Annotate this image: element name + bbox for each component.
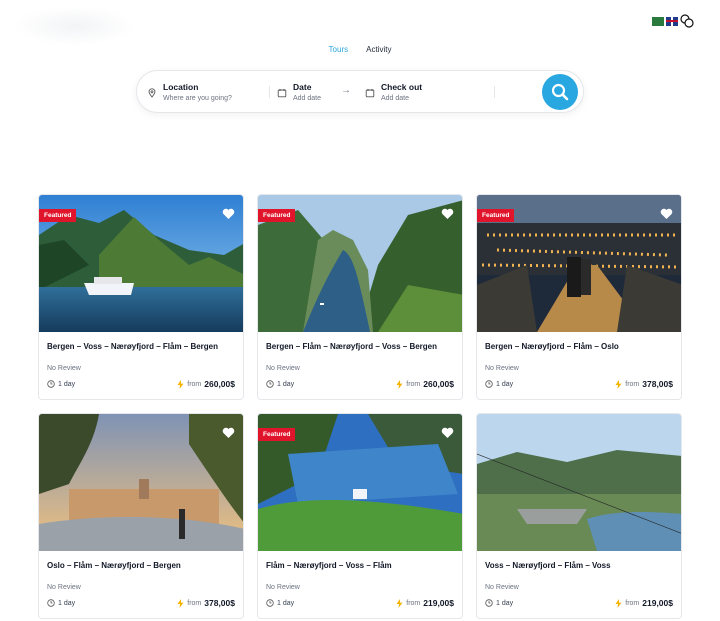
tour-card[interactable]: Featured Bergen – Nærøyfjord – Flåm – Os… [476,194,682,400]
price-prefix: from [187,380,202,388]
heart-icon[interactable] [222,208,235,220]
tour-card[interactable]: Featured Bergen – Voss – Nærøyfjord – Fl… [38,194,244,400]
featured-badge: Featured [258,209,296,222]
duration: 1 day [266,599,294,607]
calendar-icon [277,89,287,98]
bolt-icon [615,379,622,389]
tour-image[interactable] [39,414,243,551]
duration-text: 1 day [277,599,295,607]
duration-text: 1 day [277,380,295,388]
price-amount: 260,00$ [423,379,454,389]
duration: 1 day [485,380,513,388]
flag-english-icon[interactable] [666,16,678,26]
heart-icon[interactable] [222,427,235,439]
heart-icon[interactable] [441,427,454,439]
duration-text: 1 day [496,380,514,388]
bolt-icon [396,598,403,608]
tour-title[interactable]: Oslo – Flåm – Nærøyfjord – Bergen [47,561,181,570]
clock-icon [266,380,274,388]
divider [269,86,270,98]
bolt-icon [177,379,184,389]
search-icon [551,83,569,101]
price: from 260,00$ [177,379,235,389]
tour-image[interactable] [477,414,681,551]
price-prefix: from [625,380,640,388]
price-prefix: from [187,599,202,607]
divider [494,86,495,98]
search-tabs: Tours Activity [0,45,720,54]
price-prefix: from [406,380,421,388]
price: from 378,00$ [615,379,673,389]
tour-title[interactable]: Flåm – Nærøyfjord – Voss – Flåm [266,561,392,570]
price: from 219,00$ [396,598,454,608]
duration: 1 day [266,380,294,388]
price-amount: 260,00$ [204,379,235,389]
heart-icon[interactable] [441,208,454,220]
price-prefix: from [625,599,640,607]
heart-icon[interactable] [660,208,673,220]
duration: 1 day [485,599,513,607]
price-amount: 219,00$ [642,598,673,608]
search-button[interactable] [542,74,578,110]
page: Tours Activity Location Where are you go… [0,0,720,621]
checkout-field[interactable]: Check out Add date [365,82,422,104]
price: from 378,00$ [177,598,235,608]
currency-icon[interactable] [680,14,694,28]
price-amount: 378,00$ [642,379,673,389]
duration-text: 1 day [58,380,76,388]
tour-title[interactable]: Bergen – Voss – Nærøyfjord – Flåm – Berg… [47,342,218,351]
location-label: Location [163,82,199,92]
clock-icon [47,380,55,388]
price-amount: 378,00$ [204,598,235,608]
review-status: No Review [266,365,300,372]
calendar-icon [365,89,375,98]
search-bar: Location Where are you going? Date Add d… [136,70,584,113]
date-field[interactable]: Date Add date [277,82,321,104]
clock-icon [485,599,493,607]
tab-activity[interactable]: Activity [366,45,391,54]
map-pin-icon [148,88,156,98]
language-switcher[interactable] [652,14,694,28]
clock-icon [47,599,55,607]
clock-icon [485,380,493,388]
bolt-icon [615,598,622,608]
tour-card[interactable]: Oslo – Flåm – Nærøyfjord – Bergen No Rev… [38,413,244,619]
featured-badge: Featured [39,209,77,222]
tour-card[interactable]: Featured Flåm – Nærøyfjord – Voss – Flåm… [257,413,463,619]
duration-text: 1 day [58,599,76,607]
tour-card[interactable]: Voss – Nærøyfjord – Flåm – Voss No Revie… [476,413,682,619]
clock-icon [266,599,274,607]
tour-title[interactable]: Bergen – Flåm – Nærøyfjord – Voss – Berg… [266,342,437,351]
checkout-input[interactable]: Add date [381,94,422,104]
tour-card[interactable]: Featured Bergen – Flåm – Nærøyfjord – Vo… [257,194,463,400]
date-input[interactable]: Add date [293,94,321,104]
duration: 1 day [47,380,75,388]
review-status: No Review [485,584,519,591]
featured-badge: Featured [477,209,515,222]
arrow-right-icon: → [341,85,351,96]
tour-title[interactable]: Voss – Nærøyfjord – Flåm – Voss [485,561,611,570]
date-label: Date [293,82,312,92]
flag-arabic-icon[interactable] [652,16,664,26]
duration: 1 day [47,599,75,607]
price: from 260,00$ [396,379,454,389]
tab-tours[interactable]: Tours [329,45,349,54]
tour-title[interactable]: Bergen – Nærøyfjord – Flåm – Oslo [485,342,619,351]
featured-badge: Featured [258,428,296,441]
site-logo[interactable] [14,6,136,46]
duration-text: 1 day [496,599,514,607]
price-amount: 219,00$ [423,598,454,608]
location-input[interactable]: Where are you going? [163,94,232,104]
price: from 219,00$ [615,598,673,608]
review-status: No Review [485,365,519,372]
price-prefix: from [406,599,421,607]
bolt-icon [396,379,403,389]
checkout-label: Check out [381,82,423,92]
review-status: No Review [266,584,300,591]
location-field[interactable]: Location Where are you going? [147,82,232,104]
bolt-icon [177,598,184,608]
review-status: No Review [47,584,81,591]
review-status: No Review [47,365,81,372]
